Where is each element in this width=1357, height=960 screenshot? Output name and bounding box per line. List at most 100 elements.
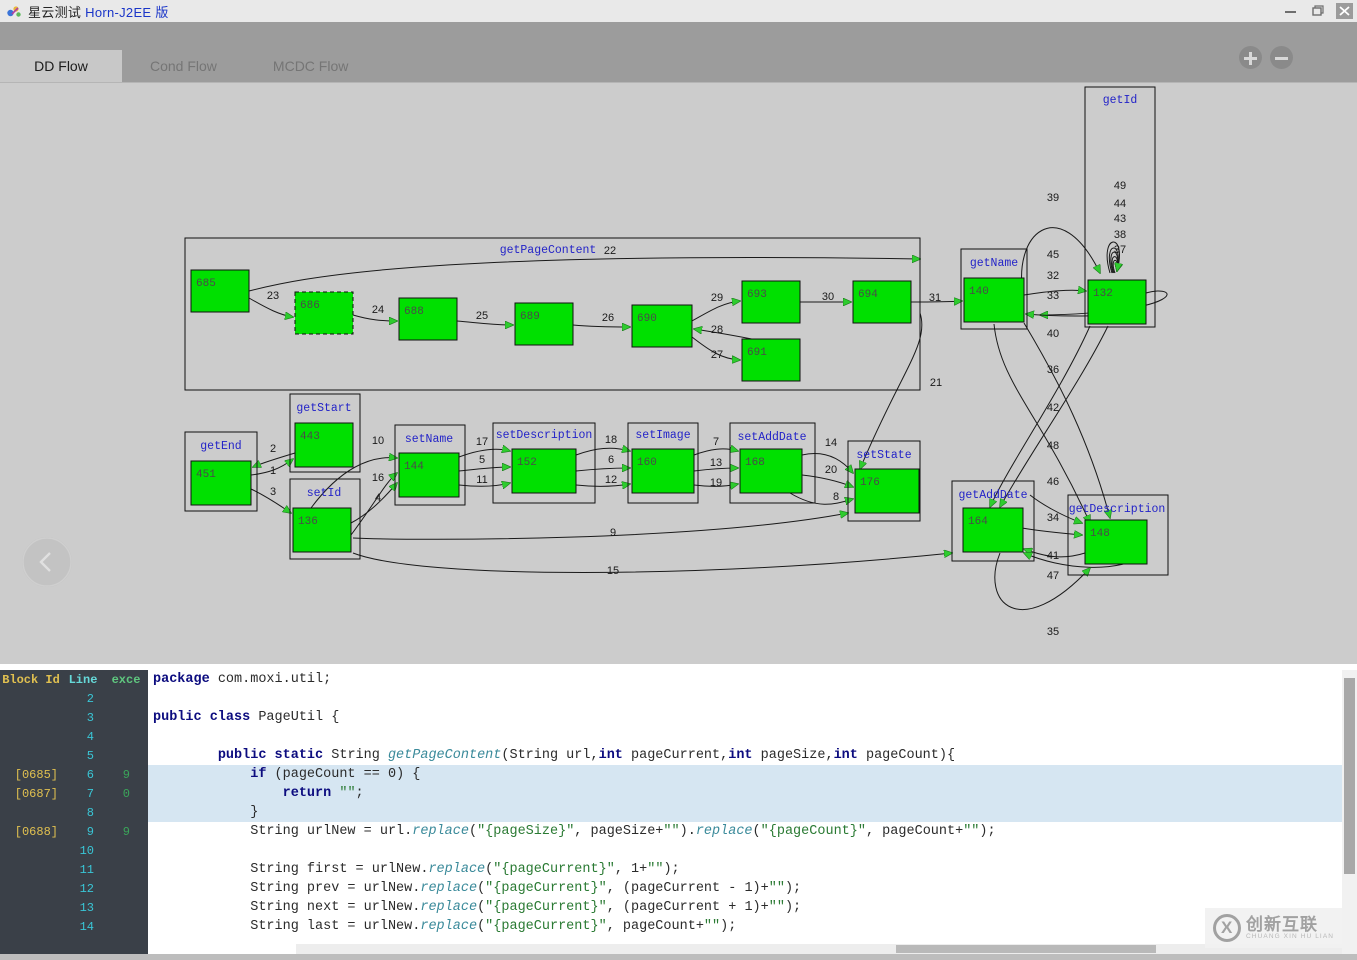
graph-node-label-176: 176 — [860, 477, 880, 489]
graph-node-693[interactable] — [741, 280, 801, 324]
watermark-cn: 创新互联 — [1246, 914, 1318, 934]
edge-label-47: 47 — [1047, 570, 1059, 582]
edge-label-48: 48 — [1047, 440, 1059, 452]
graph-node-label-160: 160 — [637, 457, 657, 469]
restore-icon[interactable] — [1309, 3, 1326, 19]
toolbar: DD Flow Cond Flow MCDC Flow — [0, 22, 1357, 82]
graph-node-689[interactable] — [514, 302, 574, 346]
gutter-row: [0685] 6 9 — [0, 765, 148, 784]
graph-node-152[interactable] — [511, 448, 577, 494]
graph-edge — [1023, 322, 1110, 518]
graph-node-label-140: 140 — [969, 286, 989, 298]
application-window: 星云测试 Horn-J2EE 版 DD Flow Cond Flow MCDC … — [0, 0, 1357, 960]
cluster-label-getDescription: getDescription — [1069, 503, 1166, 516]
gutter-header-line: Line — [68, 672, 98, 687]
close-icon[interactable] — [1336, 3, 1353, 19]
edge-label-16: 16 — [372, 472, 384, 484]
cluster-label-setDescription: setDescription — [496, 429, 593, 442]
graph-node-label-443: 443 — [300, 431, 320, 443]
window-title-cn: 星云测试 — [28, 4, 82, 20]
edge-label-19: 19 — [710, 477, 722, 489]
graph-node-686[interactable] — [294, 291, 354, 335]
graph-edge — [572, 325, 630, 327]
gutter-line-number: 3 — [86, 710, 94, 725]
title-bar: 星云测试 Horn-J2EE 版 — [0, 0, 1357, 22]
cluster-label-setImage: setImage — [635, 429, 690, 442]
graph-edge — [1112, 259, 1117, 274]
gutter-block-id: [0685] — [14, 767, 58, 782]
graph-node-168[interactable] — [739, 448, 803, 494]
graph-node-176[interactable] — [854, 468, 920, 514]
code-view[interactable]: package com.moxi.util; public class Page… — [148, 670, 1357, 954]
code-gutter: Block Id Line exce 2 3 4 5 [0685] 6 9 [0687] 7 0 8… — [0, 670, 148, 954]
edge-label-17: 17 — [476, 436, 488, 448]
edge-label-42: 42 — [1047, 402, 1059, 414]
graph-node-160[interactable] — [631, 448, 695, 494]
graph-edge — [801, 474, 853, 487]
graph-node-148[interactable] — [1084, 519, 1148, 565]
edge-label-12: 12 — [605, 474, 617, 486]
cluster-label-getId: getId — [1103, 94, 1138, 107]
code-line: package com.moxi.util; — [153, 672, 332, 687]
code-lines: package com.moxi.util; public class Page… — [148, 670, 1357, 936]
graph-node-label-164: 164 — [968, 516, 988, 528]
graph-node-443[interactable] — [294, 422, 354, 468]
edge-label-41: 41 — [1047, 550, 1059, 562]
tab-dd-flow[interactable]: DD Flow — [0, 50, 122, 82]
graph-node-688[interactable] — [398, 297, 458, 341]
graph-node-132[interactable] — [1087, 279, 1147, 325]
watermark: 创新互联 CHUANG XIN HU LIAN — [1205, 908, 1351, 948]
window-controls — [1282, 0, 1353, 22]
graph-node-140[interactable] — [963, 277, 1025, 323]
gutter-block-id: [0688] — [14, 824, 58, 839]
edge-label-20: 20 — [825, 464, 837, 476]
graph-edge — [1021, 527, 1082, 535]
edge-label-27: 27 — [711, 349, 723, 361]
tab-mcdc-flow[interactable]: MCDC Flow — [245, 50, 376, 82]
graph-node-label-136: 136 — [298, 516, 318, 528]
prev-page-button[interactable] — [22, 537, 72, 587]
edge-label-32: 32 — [1047, 270, 1059, 282]
graph-node-685[interactable] — [190, 269, 250, 313]
graph-edge — [990, 325, 1091, 507]
edge-label-30: 30 — [822, 291, 834, 303]
gutter-exce-count: 9 — [122, 767, 130, 782]
minimize-icon[interactable] — [1282, 3, 1299, 19]
tab-cond-flow[interactable]: Cond Flow — [122, 50, 245, 82]
cluster-label-getEnd: getEnd — [200, 440, 241, 453]
graph-node-144[interactable] — [398, 452, 460, 498]
edge-label-11: 11 — [476, 474, 487, 486]
hscroll-thumb[interactable] — [896, 945, 1156, 953]
zoom-in-icon[interactable] — [1239, 46, 1262, 69]
gutter-header-exce: exce — [111, 672, 141, 687]
edge-label-4: 4 — [375, 492, 381, 504]
edge-label-39: 39 — [1047, 192, 1059, 204]
graph-node-label-152: 152 — [517, 457, 537, 469]
graph-node-451[interactable] — [190, 460, 252, 506]
edge-label-21: 21 — [930, 377, 942, 389]
edge-label-35: 35 — [1047, 626, 1059, 638]
edge-label-9: 9 — [610, 527, 616, 539]
gutter-row: 13 — [0, 898, 148, 917]
graph-node-164[interactable] — [962, 507, 1024, 553]
code-horizontal-scrollbar[interactable] — [296, 944, 1342, 954]
edge-label-6: 6 — [608, 454, 614, 466]
gutter-rows: 2 3 4 5 [0685] 6 9 [0687] 7 0 8 [0688] 9 9 10 11 12 13 14 — [0, 689, 148, 936]
window-title-en: Horn-J2EE — [85, 4, 152, 20]
gutter-line-number: 13 — [79, 900, 94, 915]
zoom-out-icon[interactable] — [1270, 46, 1293, 69]
vscroll-thumb[interactable] — [1344, 678, 1355, 874]
graph-node-690[interactable] — [631, 304, 693, 348]
gutter-block-id: [0687] — [14, 786, 58, 801]
graph-node-136[interactable] — [292, 507, 352, 553]
code-line: public class PageUtil { — [153, 710, 340, 725]
edge-label-43: 43 — [1114, 213, 1126, 225]
graph-node-label-168: 168 — [745, 457, 765, 469]
flow-graph-canvas[interactable]: getPageContent getId getName getEnd getStart… — [0, 82, 1357, 664]
graph-node-694[interactable] — [852, 280, 912, 324]
graph-node-691[interactable] — [741, 338, 801, 382]
graph-edge — [458, 467, 510, 472]
gutter-exce-count: 0 — [122, 786, 130, 801]
edge-label-28: 28 — [711, 324, 723, 336]
cluster-label-setName: setName — [405, 433, 453, 446]
